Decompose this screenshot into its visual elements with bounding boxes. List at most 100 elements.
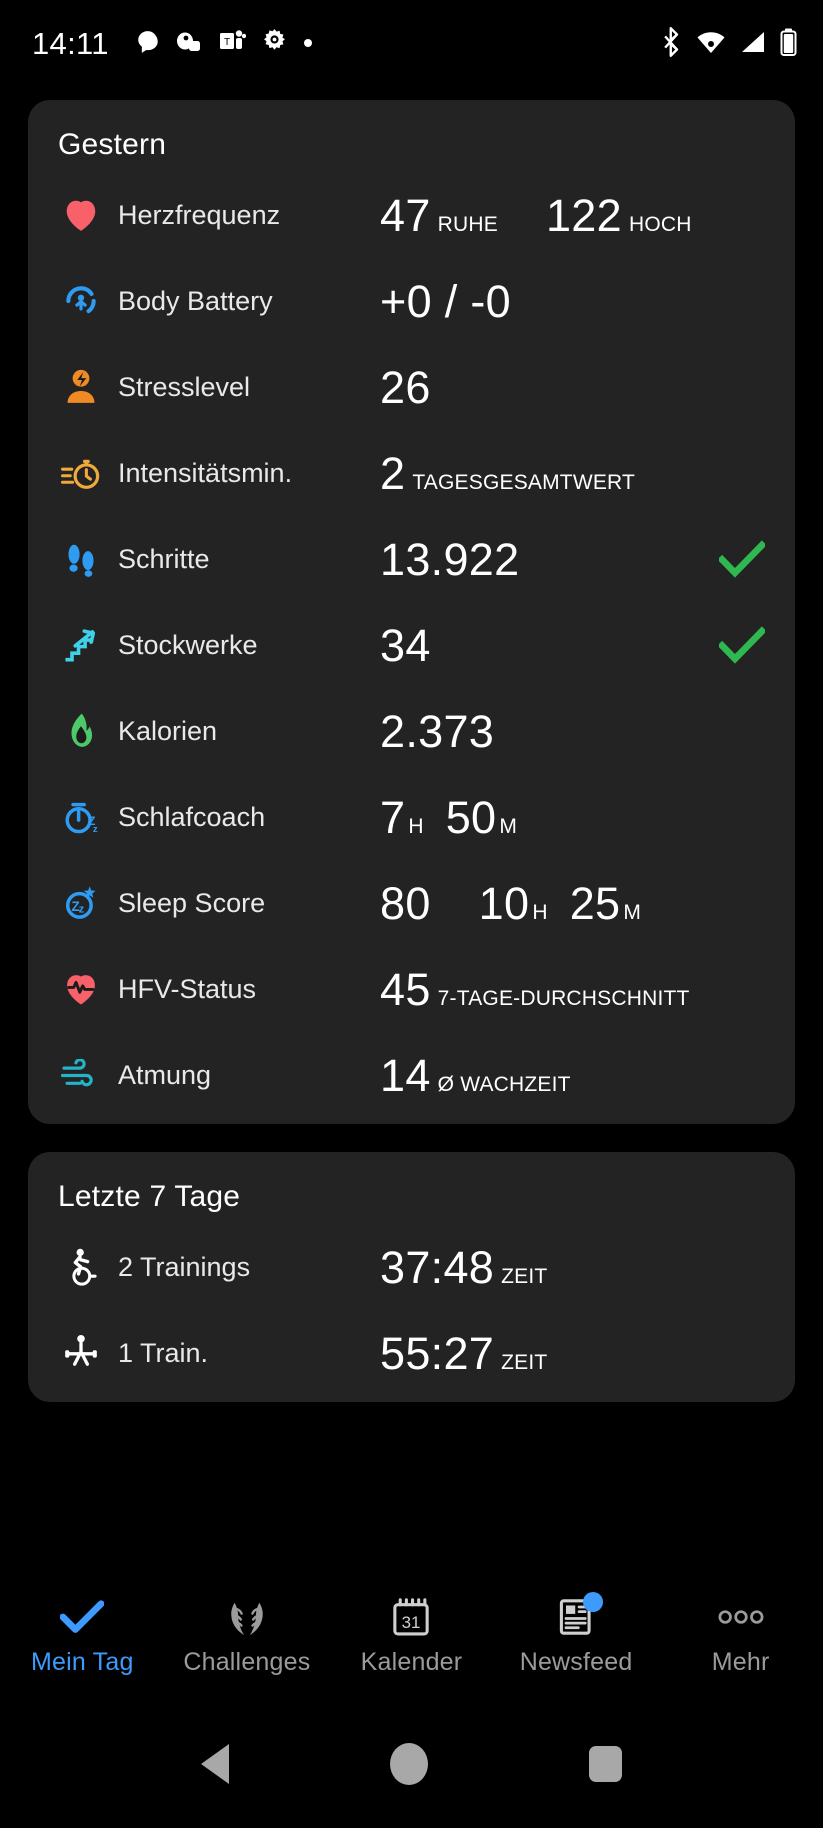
- metric-unit: M: [499, 814, 518, 838]
- android-navigation-bar: [0, 1700, 823, 1828]
- strength-icon: [58, 1330, 104, 1376]
- tab-label: Challenges: [183, 1648, 311, 1676]
- metric-unit: TAGESGESAMTWERT: [412, 470, 636, 494]
- bluetooth-icon: [661, 26, 683, 62]
- newspaper-icon: [556, 1592, 604, 1641]
- metric-values: 80 10 H 25 M: [380, 860, 641, 946]
- tab-mehr[interactable]: Mehr: [658, 1593, 823, 1677]
- metric-value: 55:27: [380, 1327, 495, 1379]
- recents-square-icon[interactable]: [589, 1746, 623, 1782]
- more-dots-icon: [718, 1593, 764, 1641]
- metric-label: Stockwerke: [118, 629, 258, 660]
- metric-value: +0 / -0: [380, 275, 511, 327]
- metric-unit: 7-TAGE-DURCHSCHNITT: [437, 986, 690, 1010]
- metric-row-kalorien[interactable]: Kalorien 2.373: [28, 688, 795, 774]
- wifi-icon: [696, 30, 726, 59]
- metric-value: 45: [380, 963, 431, 1015]
- metric-row-stresslevel[interactable]: Stresslevel 26: [28, 344, 795, 430]
- footsteps-icon: [58, 536, 104, 582]
- metric-row-schlafcoach[interactable]: Z z Schlafcoach 7H 50 M: [28, 774, 795, 860]
- metric-unit: RUHE: [437, 212, 498, 236]
- metric-row-herzfrequenz[interactable]: Herzfrequenz 47 RUHE 122 HOCH: [28, 172, 795, 258]
- laurel-icon: [226, 1593, 268, 1641]
- metric-label: Schritte: [118, 543, 210, 574]
- metric-row-stockwerke[interactable]: Stockwerke 34: [28, 602, 795, 688]
- metric-value: 13.922: [380, 533, 520, 585]
- heart-pulse-icon: [58, 966, 104, 1012]
- metric-row-train[interactable]: 1 Train. 55:27 ZEIT: [28, 1310, 795, 1396]
- tab-label: Newsfeed: [519, 1648, 633, 1676]
- metric-value: 37:48: [380, 1241, 495, 1293]
- calendar-31-icon: 31: [391, 1593, 431, 1641]
- metric-row-sleep-score[interactable]: Z z Sleep Score 80 10 H 25 M: [28, 860, 795, 946]
- metric-value: 34: [380, 619, 431, 671]
- metric-row-trainings[interactable]: 2 Trainings 37:48 ZEIT: [28, 1224, 795, 1310]
- metric-value: 7: [380, 791, 406, 843]
- status-bar-system-icons: [661, 26, 797, 62]
- bottom-tab-bar: Mein Tag Challenges 31 Kalender Newsfeed…: [0, 1583, 823, 1700]
- metric-row-schritte[interactable]: Schritte 13.922: [28, 516, 795, 602]
- metric-row-hfv-status[interactable]: HFV-Status 45 7-TAGE-DURCHSCHNITT: [28, 946, 795, 1032]
- metric-value: 122: [545, 189, 622, 241]
- tab-mein-tag[interactable]: Mein Tag: [0, 1593, 165, 1677]
- metric-label: HFV-Status: [118, 973, 257, 1004]
- tab-label: Mehr: [711, 1648, 770, 1676]
- phone-screen: 14:11 T Gestern Herzfrequenz 47 RUHE 122…: [0, 0, 823, 1828]
- metric-value: 47: [380, 189, 431, 241]
- metric-values: 34: [380, 602, 431, 688]
- metric-value: 50: [445, 791, 497, 843]
- sleep-clock-icon: Z z: [58, 794, 104, 840]
- metric-row-intensitaetsmin[interactable]: Intensitätsmin. 2 TAGESGESAMTWERT: [28, 430, 795, 516]
- metric-value: 2: [380, 447, 406, 499]
- metric-label: Intensitätsmin.: [118, 457, 293, 488]
- metric-values: 37:48 ZEIT: [380, 1224, 547, 1310]
- tab-kalender[interactable]: 31 Kalender: [329, 1593, 494, 1677]
- metric-label: Kalorien: [118, 715, 218, 746]
- metric-values: +0 / -0: [380, 258, 511, 344]
- teams-icon: T: [219, 29, 246, 60]
- metric-value: 14: [380, 1049, 431, 1101]
- metric-row-atmung[interactable]: Atmung 14 Ø WACHZEIT: [28, 1032, 795, 1118]
- metric-label: Schlafcoach: [118, 801, 266, 832]
- metric-label: Herzfrequenz: [118, 199, 281, 230]
- metric-label: Sleep Score: [118, 887, 266, 918]
- stairs-icon: [58, 622, 104, 668]
- card-letzte-7-tage: Letzte 7 Tage 2 Trainings 37:48 ZEIT 1 T…: [28, 1152, 795, 1402]
- checkmark-icon: [60, 1593, 105, 1641]
- scroll-content[interactable]: Gestern Herzfrequenz 47 RUHE 122 HOCH Bo…: [0, 88, 823, 1583]
- metric-unit: H: [408, 814, 424, 838]
- metric-value: 80: [380, 877, 431, 929]
- tab-label: Kalender: [360, 1648, 463, 1676]
- metric-values: 45 7-TAGE-DURCHSCHNITT: [380, 946, 690, 1032]
- metric-values: 2.373: [380, 688, 494, 774]
- metric-unit: HOCH: [628, 212, 692, 236]
- metric-label: Stresslevel: [118, 371, 251, 402]
- breath-wind-icon: [58, 1052, 104, 1098]
- card-title: Letzte 7 Tage: [58, 1180, 241, 1213]
- stopwatch-icon: [58, 450, 104, 496]
- metric-unit: H: [532, 900, 548, 924]
- svg-text:T: T: [224, 37, 230, 48]
- svg-text:z: z: [79, 904, 85, 916]
- home-circle-icon[interactable]: [389, 1743, 428, 1785]
- game-controller-icon: [176, 29, 204, 60]
- notification-badge: [583, 1592, 604, 1612]
- heart-icon: [58, 192, 104, 238]
- metric-unit: M: [623, 900, 642, 924]
- metric-values: 47 RUHE 122 HOCH: [380, 172, 692, 258]
- metric-value: 26: [380, 361, 431, 413]
- metric-values: 26: [380, 344, 431, 430]
- tab-challenges[interactable]: Challenges: [165, 1593, 330, 1677]
- metric-values: 55:27 ZEIT: [380, 1310, 547, 1396]
- status-bar-notification-icons: T: [135, 28, 313, 60]
- metric-label: 1 Train.: [118, 1337, 209, 1368]
- metric-row-body-battery[interactable]: Body Battery +0 / -0: [28, 258, 795, 344]
- settings-gear-icon: [261, 28, 288, 60]
- tab-newsfeed[interactable]: Newsfeed: [494, 1592, 659, 1677]
- battery-icon: [780, 28, 797, 61]
- svg-text:z: z: [93, 824, 98, 835]
- metric-unit: ZEIT: [501, 1350, 548, 1374]
- cellular-signal-icon: [739, 30, 767, 59]
- back-triangle-icon[interactable]: [200, 1744, 229, 1784]
- stress-icon: [58, 364, 104, 410]
